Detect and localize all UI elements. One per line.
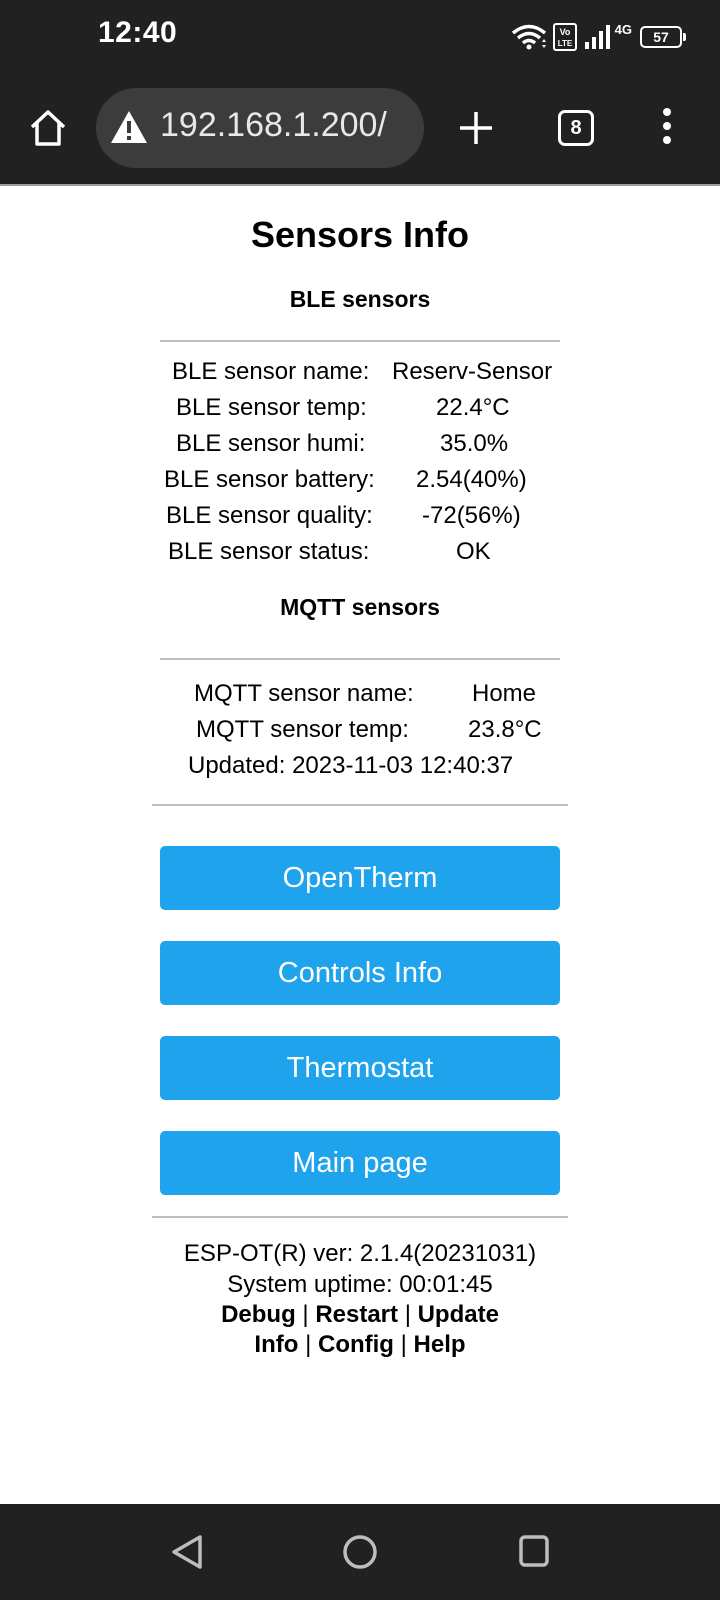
- restart-link[interactable]: Restart: [315, 1301, 398, 1328]
- mqtt-updated-row: Updated: 2023-11-03 12:40:37: [0, 752, 720, 786]
- page-title: Sensors Info: [250, 214, 470, 255]
- config-link[interactable]: Config: [318, 1331, 394, 1358]
- main-page-button[interactable]: Main page: [160, 1131, 560, 1195]
- footer-links-row: Debug | Restart | Update: [0, 1301, 720, 1329]
- mqtt-value: Home: [472, 680, 537, 707]
- back-icon[interactable]: [170, 1534, 204, 1570]
- ble-row: BLE sensor name: Reserv-Sensor: [0, 358, 720, 392]
- ble-value: -72(56%): [422, 502, 521, 529]
- ble-row: BLE sensor temp: 22.4°C: [0, 394, 720, 428]
- divider: [160, 340, 560, 342]
- mqtt-section-heading: MQTT sensors: [280, 594, 440, 620]
- version-text: ESP-OT(R) ver: 2.1.4(20231031): [183, 1240, 537, 1267]
- url-text[interactable]: 192.168.1.200/: [160, 106, 387, 145]
- link-separator: |: [400, 1331, 414, 1358]
- opentherm-button[interactable]: OpenTherm: [160, 846, 560, 910]
- link-separator: |: [404, 1301, 418, 1328]
- home-circle-icon[interactable]: [342, 1534, 378, 1570]
- browser-toolbar: 192.168.1.200/ 8: [0, 76, 720, 184]
- overflow-menu-icon[interactable]: [660, 106, 674, 146]
- mqtt-label: MQTT sensor temp:: [196, 716, 409, 743]
- network-type-label: 4G: [614, 21, 632, 37]
- mqtt-updated-text: Updated: 2023-11-03 12:40:37: [188, 752, 514, 779]
- help-link[interactable]: Help: [414, 1331, 466, 1358]
- info-link[interactable]: Info: [254, 1331, 298, 1358]
- ble-value: Reserv-Sensor: [392, 358, 553, 385]
- recents-icon[interactable]: [518, 1534, 550, 1568]
- mqtt-row: MQTT sensor temp: 23.8°C: [0, 716, 720, 750]
- battery-icon: 57: [640, 26, 686, 48]
- wifi-icon: [511, 24, 547, 50]
- link-separator: |: [302, 1301, 316, 1328]
- divider: [160, 658, 560, 660]
- mqtt-value: 23.8°C: [468, 716, 542, 743]
- ble-label: BLE sensor quality:: [166, 502, 373, 529]
- mqtt-label: MQTT sensor name:: [194, 680, 414, 707]
- ble-row: BLE sensor quality: -72(56%): [0, 502, 720, 536]
- ble-label: BLE sensor temp:: [176, 394, 367, 421]
- controls-info-button[interactable]: Controls Info: [160, 941, 560, 1005]
- ble-value: OK: [456, 538, 491, 565]
- ble-row: BLE sensor status: OK: [0, 538, 720, 572]
- ble-label: BLE sensor battery:: [164, 466, 375, 493]
- ble-value: 22.4°C: [436, 394, 510, 421]
- ble-value: 35.0%: [440, 430, 509, 457]
- not-secure-warning-icon[interactable]: [110, 110, 148, 144]
- divider: [152, 1216, 568, 1218]
- update-link[interactable]: Update: [418, 1301, 499, 1328]
- system-nav-bar: [0, 1504, 720, 1600]
- mqtt-row: MQTT sensor name: Home: [0, 680, 720, 714]
- debug-link[interactable]: Debug: [221, 1301, 296, 1328]
- ble-label: BLE sensor name:: [172, 358, 370, 385]
- ble-value: 2.54(40%): [416, 466, 527, 493]
- svg-text:Vo: Vo: [559, 27, 570, 37]
- ble-row: BLE sensor humi: 35.0%: [0, 430, 720, 464]
- uptime-text: System uptime: 00:01:45: [227, 1271, 493, 1298]
- ble-section-heading: BLE sensors: [289, 286, 431, 312]
- volte-icon: Vo LTE: [552, 23, 577, 51]
- svg-text:LTE: LTE: [557, 39, 572, 48]
- ble-row: BLE sensor battery: 2.54(40%): [0, 466, 720, 500]
- signal-icon: [583, 24, 613, 50]
- tab-switcher-button[interactable]: 8: [558, 110, 594, 146]
- address-bar[interactable]: 192.168.1.200/: [96, 88, 424, 168]
- status-time: 12:40: [98, 16, 178, 49]
- footer-links-row: Info | Config | Help: [0, 1331, 720, 1359]
- home-icon[interactable]: [28, 108, 68, 148]
- new-tab-icon[interactable]: [458, 110, 494, 146]
- divider: [152, 804, 568, 806]
- link-separator: |: [305, 1331, 318, 1358]
- ble-label: BLE sensor status:: [168, 538, 370, 565]
- ble-label: BLE sensor humi:: [176, 430, 366, 457]
- thermostat-button[interactable]: Thermostat: [160, 1036, 560, 1100]
- status-bar: 12:40 Vo LTE 4G 57: [0, 0, 720, 76]
- toolbar-divider: [0, 184, 720, 186]
